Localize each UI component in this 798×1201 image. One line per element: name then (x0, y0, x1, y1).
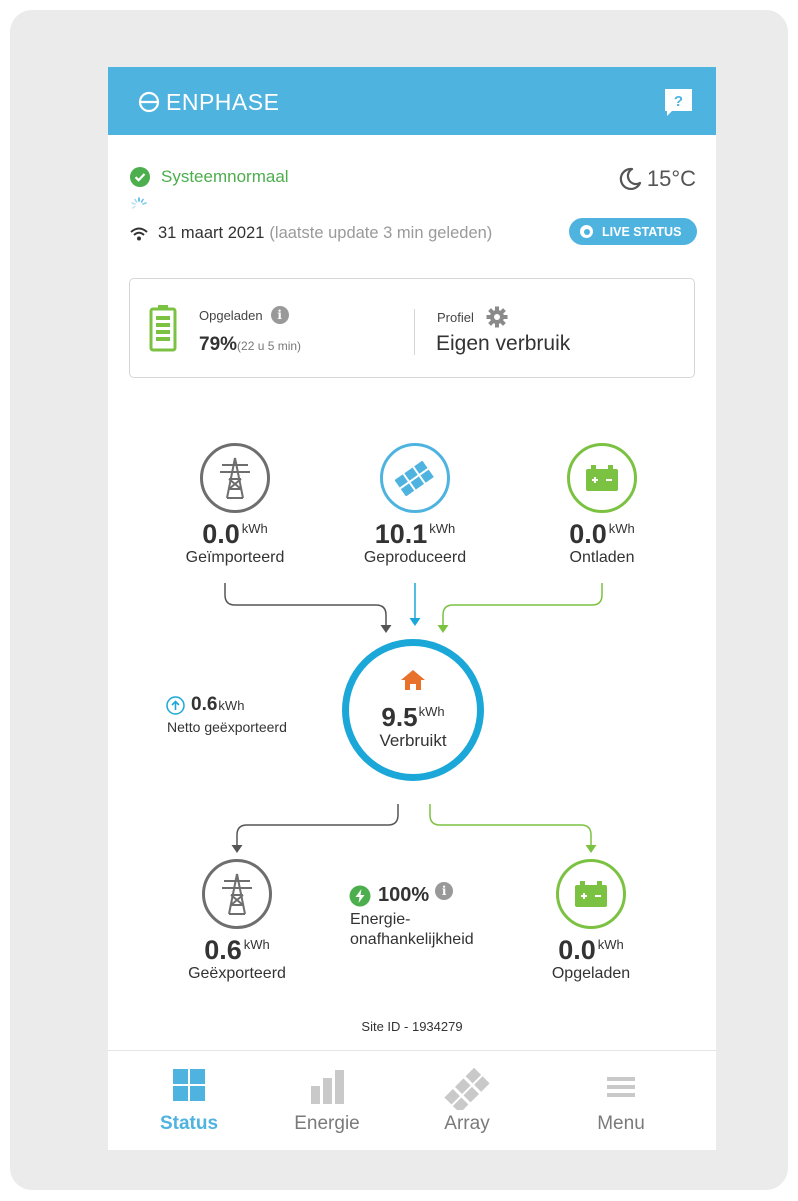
energy-flow-lines (224, 583, 603, 853)
battery-charge-node[interactable]: 0.0 kWh Opgeladen (521, 859, 661, 983)
discharged-unit: kWh (608, 521, 635, 536)
net-exported-unit: kWh (218, 697, 245, 713)
net-exported-label: Netto geëxporteerd (167, 719, 287, 735)
bottom-tab-bar: Status Energie Array Menu (108, 1050, 716, 1150)
app-screen: ENPHASE ? Systeemnormaal 15°C 31 maart 2… (108, 67, 716, 1150)
charged-flow-label: Opgeladen (551, 965, 631, 982)
charged-value: 0.0 (558, 935, 596, 965)
imported-value: 0.0 (202, 519, 240, 549)
produced-unit: kWh (429, 521, 456, 536)
bar-chart-icon (311, 1070, 344, 1104)
battery-discharge-node[interactable]: 0.0 kWh Ontladen (532, 443, 672, 567)
lightning-circle-icon (349, 885, 371, 906)
power-tower-icon (222, 873, 252, 915)
consumed-unit: kWh (418, 704, 445, 719)
consumption-node[interactable]: 9.5kWh Verbruikt (342, 639, 484, 781)
produced-label: Geproduceerd (363, 549, 467, 566)
battery-discharge-circle (567, 443, 637, 513)
discharged-value: 0.0 (569, 519, 607, 549)
discharged-label: Ontladen (569, 549, 635, 566)
energy-independence: 100% i Energie- onafhankelijkheid (349, 881, 474, 950)
tab-energie[interactable]: Energie (251, 1051, 403, 1150)
tab-status-label: Status (159, 1113, 219, 1134)
battery-charge-circle (556, 859, 626, 929)
exported-unit: kWh (243, 937, 270, 952)
dashboard-grid-icon (173, 1069, 205, 1101)
home-icon (349, 669, 477, 696)
site-id: Site ID - 1934279 (361, 1019, 463, 1034)
battery-icon (586, 465, 618, 491)
hamburger-menu-icon (607, 1077, 635, 1097)
grid-import-circle (200, 443, 270, 513)
solar-panel-icon (395, 460, 434, 496)
produced-value: 10.1 (374, 519, 428, 549)
power-tower-icon (220, 457, 250, 499)
consumed-value: 9.5 (381, 702, 418, 732)
battery-icon (575, 881, 607, 907)
charged-unit: kWh (597, 937, 624, 952)
independence-value: 100% (378, 884, 430, 906)
exported-label: Geëxporteerd (188, 965, 286, 982)
tab-menu[interactable]: Menu (545, 1051, 697, 1150)
production-node[interactable]: 10.1 kWh Geproduceerd (340, 443, 490, 567)
tab-energie-label: Energie (294, 1113, 360, 1134)
grid-export-node[interactable]: 0.6 kWh Geëxporteerd (167, 859, 307, 983)
tab-array[interactable]: Array (391, 1051, 543, 1150)
net-exported: 0.6 kWh Netto geëxporteerd (166, 694, 287, 735)
independence-label-line1: Energie- (350, 911, 411, 928)
grid-import-node[interactable]: 0.0 kWh Geïmporteerd (165, 443, 305, 567)
consumed-label: Verbruikt (379, 731, 447, 750)
arrow-up-circle-icon (166, 695, 185, 715)
grid-export-circle (202, 859, 272, 929)
imported-unit: kWh (241, 521, 268, 536)
independence-info-icon[interactable]: i (435, 881, 454, 900)
net-exported-value: 0.6 (191, 694, 218, 715)
solar-array-icon (444, 1068, 490, 1110)
tab-status[interactable]: Status (113, 1051, 265, 1150)
production-circle (380, 443, 450, 513)
tab-array-label: Array (444, 1113, 490, 1134)
imported-label: Geïmporteerd (185, 549, 285, 566)
independence-label-line2: onafhankelijkheid (350, 931, 474, 948)
tab-menu-label: Menu (597, 1113, 645, 1134)
exported-value: 0.6 (204, 935, 242, 965)
